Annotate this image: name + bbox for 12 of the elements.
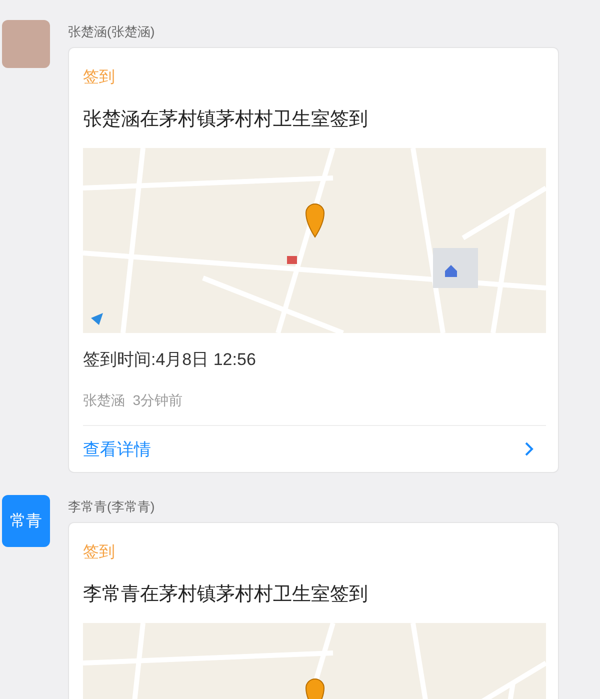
card-title: 张楚涵在茅村镇茅村村卫生室签到 xyxy=(83,108,369,132)
card-title: 李常青在茅村镇茅村村卫生室签到 xyxy=(83,583,369,607)
sender-name: 张楚涵(张楚涵) xyxy=(68,24,156,40)
checkin-time: 签到时间:4月8日 12:56 xyxy=(83,349,257,371)
card-type-label: 签到 xyxy=(83,543,116,563)
sender-name: 李常青(李常青) xyxy=(68,499,156,515)
avatar-photo-placeholder[interactable] xyxy=(2,20,50,68)
chevron-right-icon xyxy=(524,442,534,456)
checkin-card[interactable]: 签到 张楚涵在茅村镇茅村村卫生室签到 签到时间:4月8日 12:56 张楚涵 3分钟前 查看详情 xyxy=(68,47,559,473)
card-type-label: 签到 xyxy=(83,68,116,88)
card-meta: 张楚涵 3分钟前 xyxy=(83,391,184,409)
checkin-card[interactable]: 签到 李常青在茅村镇茅村村卫生室签到 xyxy=(68,522,559,699)
